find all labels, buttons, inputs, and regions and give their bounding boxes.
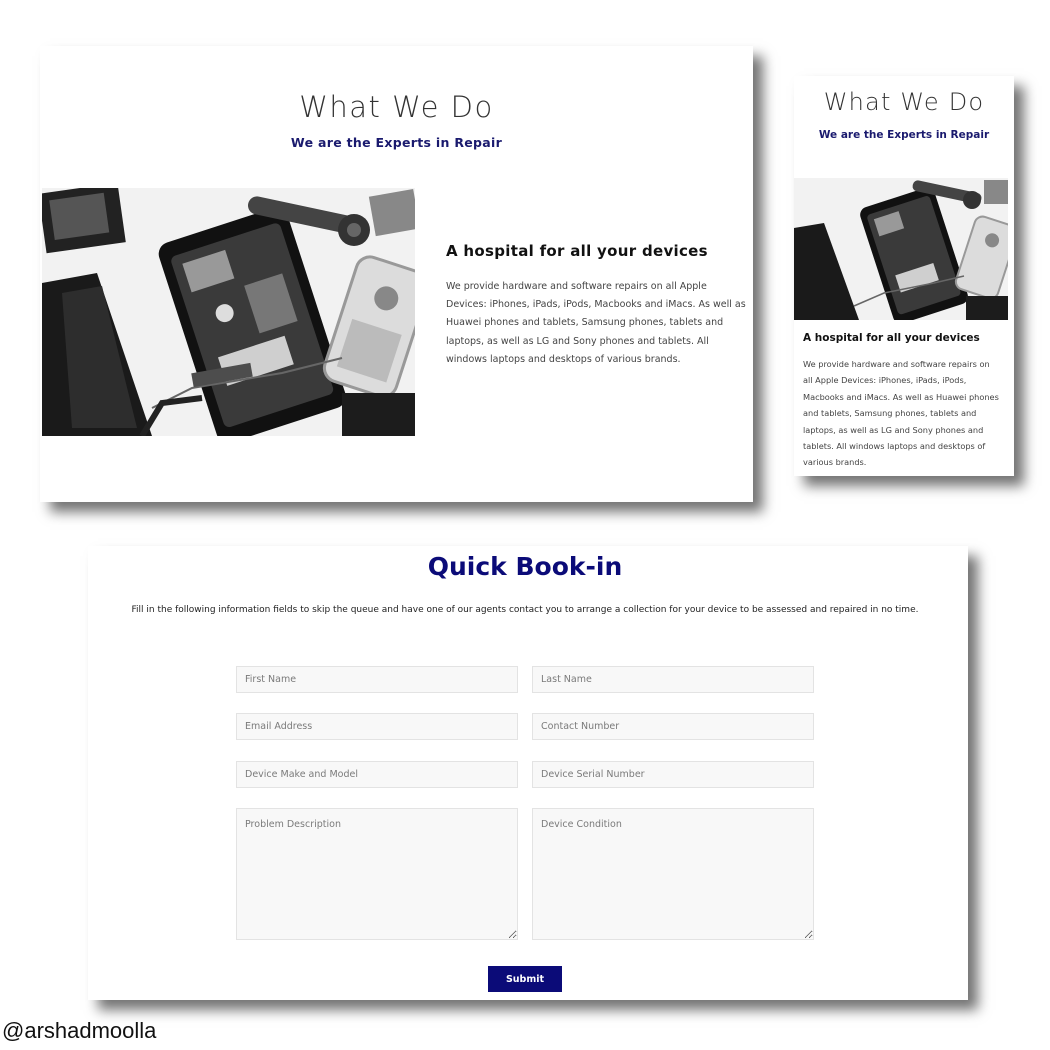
form-intro: Fill in the following information fields… [131, 605, 919, 615]
section-title: What We Do [299, 90, 494, 124]
what-we-do-desktop-card: What We Do We are the Experts in Repair … [40, 46, 753, 502]
device-condition-textarea[interactable] [532, 808, 814, 940]
device-parts-photo [794, 178, 1008, 320]
submit-button[interactable]: Submit [488, 966, 562, 992]
section-title: What We Do [823, 88, 985, 116]
section-subtitle: We are the Experts in Repair [818, 129, 990, 141]
author-credit: @arshadmoolla [2, 1018, 157, 1043]
device-make-model-input[interactable] [236, 761, 518, 788]
form-title: Quick Book-in [427, 552, 623, 581]
device-parts-photo [42, 188, 415, 436]
contact-number-input[interactable] [532, 713, 814, 740]
section-subtitle: We are the Experts in Repair [290, 135, 503, 150]
device-serial-input[interactable] [532, 761, 814, 788]
problem-description-textarea[interactable] [236, 808, 518, 940]
email-input[interactable] [236, 713, 518, 740]
first-name-input[interactable] [236, 666, 518, 693]
section-body: We provide hardware and software repairs… [803, 359, 999, 468]
section-heading: A hospital for all your devices [446, 242, 708, 260]
last-name-input[interactable] [532, 666, 814, 693]
section-heading: A hospital for all your devices [803, 332, 980, 344]
quick-book-in-card: Quick Book-in Fill in the following info… [88, 546, 968, 1000]
section-body: We provide hardware and software repairs… [446, 281, 746, 365]
what-we-do-mobile-card: What We Do We are the Experts in Repair … [794, 76, 1014, 476]
